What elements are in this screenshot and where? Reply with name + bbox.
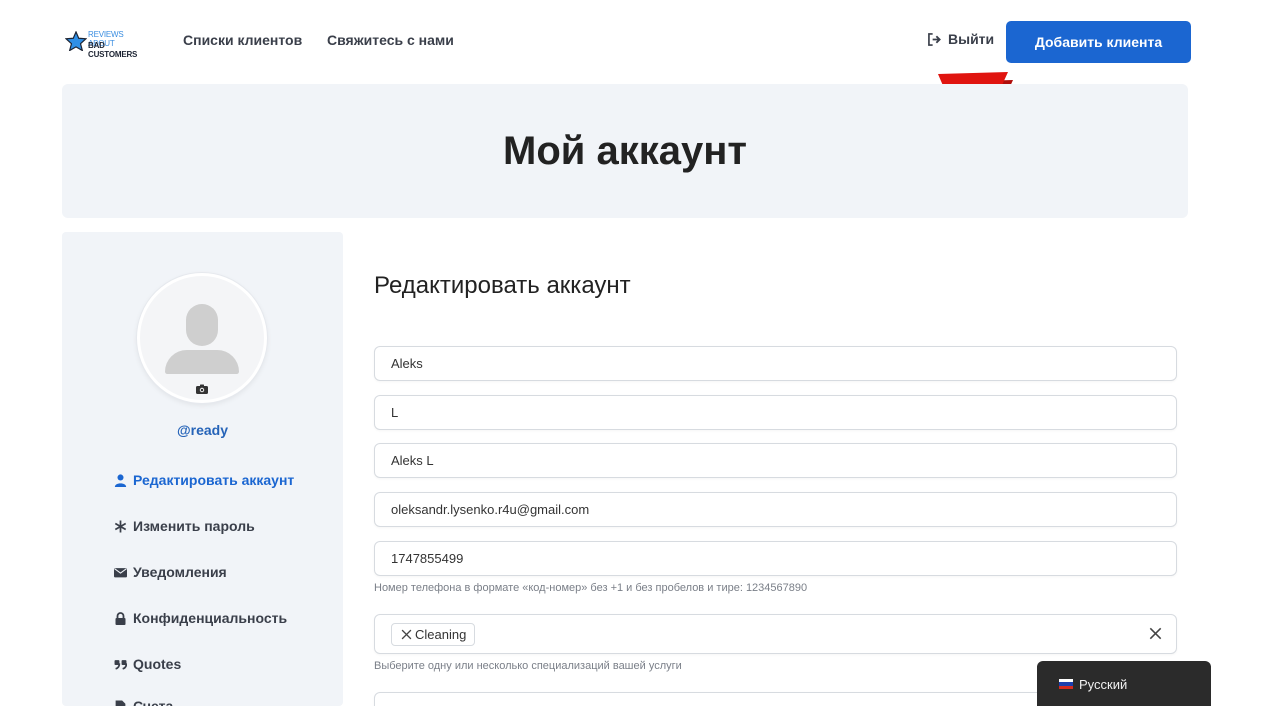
sidebar-item-quotes[interactable]: Quotes — [114, 656, 181, 672]
add-client-button[interactable]: Добавить клиента — [1006, 21, 1191, 63]
language-switcher[interactable]: Русский — [1037, 661, 1211, 706]
sidebar-item-privacy[interactable]: Конфиденциальность — [114, 610, 287, 626]
sidebar-item-label: Уведомления — [133, 564, 227, 580]
site-logo[interactable]: REVIEWS ABOUT BAD CUSTOMERS — [65, 29, 145, 59]
sidebar-item-edit-account[interactable]: Редактировать аккаунт — [114, 472, 294, 488]
first-name-value: Aleks — [391, 356, 423, 371]
sidebar-item-label: Счета — [133, 698, 174, 706]
camera-icon[interactable] — [196, 384, 208, 394]
phone-hint: Номер телефона в формате «код-номер» без… — [374, 582, 808, 594]
phone-value: 1747855499 — [391, 551, 464, 566]
last-name-field[interactable]: L — [374, 395, 1177, 430]
clear-selection-icon[interactable] — [1149, 627, 1162, 640]
username: @ready — [176, 422, 228, 438]
sidebar-item-label: Quotes — [133, 656, 182, 672]
file-icon — [115, 700, 126, 706]
specializations-field[interactable]: Cleaning — [374, 614, 1177, 654]
lock-icon — [115, 611, 126, 625]
avatar-body-shape — [165, 350, 239, 374]
sidebar-item-label: Редактировать аккаунт — [133, 472, 295, 488]
sign-out-icon — [928, 32, 941, 46]
avatar-head-shape — [186, 304, 218, 346]
remove-tag-icon[interactable] — [401, 629, 412, 640]
first-name-field[interactable]: Aleks — [374, 346, 1177, 381]
russian-flag-icon — [1059, 679, 1073, 689]
language-label: Русский — [1079, 676, 1128, 692]
specialization-tag[interactable]: Cleaning — [391, 622, 476, 646]
specialization-tag-label: Cleaning — [415, 626, 467, 642]
logo-line-2: BAD CUSTOMERS — [88, 41, 138, 59]
sidebar-item-label: Конфиденциальность — [133, 610, 288, 626]
specialization-hint: Выберите одну или несколько специализаци… — [374, 660, 682, 672]
display-name-value: Aleks L — [391, 453, 434, 468]
envelope-icon — [114, 567, 127, 577]
page-banner: Мой аккаунт — [62, 84, 1188, 218]
logout-label: Выйти — [948, 31, 995, 47]
nav-contact-us[interactable]: Свяжитесь с нами — [327, 32, 454, 48]
form-title: Редактировать аккаунт — [374, 272, 631, 299]
sidebar-item-invoices[interactable]: Счета — [114, 698, 173, 706]
display-name-field[interactable]: Aleks L — [374, 443, 1177, 478]
email-value: oleksandr.lysenko.r4u@gmail.com — [391, 502, 590, 517]
sidebar-item-label: Изменить пароль — [133, 518, 255, 534]
site-header: REVIEWS ABOUT BAD CUSTOMERS Списки клиен… — [0, 0, 1280, 84]
quote-icon — [114, 659, 127, 670]
phone-field[interactable]: 1747855499 — [374, 541, 1177, 576]
user-icon — [114, 473, 127, 487]
account-sidebar: @ready Редактировать аккаунт Изменить па… — [62, 232, 343, 706]
email-field[interactable]: oleksandr.lysenko.r4u@gmail.com — [374, 492, 1177, 527]
logout-link[interactable]: Выйти — [927, 31, 994, 47]
star-icon — [65, 31, 87, 51]
nav-client-lists[interactable]: Списки клиентов — [183, 32, 302, 48]
last-name-value: L — [391, 405, 399, 420]
sidebar-item-notifications[interactable]: Уведомления — [114, 564, 227, 580]
sidebar-item-change-password[interactable]: Изменить пароль — [114, 518, 255, 534]
asterisk-icon — [114, 520, 127, 532]
page-title: Мой аккаунт — [503, 128, 747, 173]
